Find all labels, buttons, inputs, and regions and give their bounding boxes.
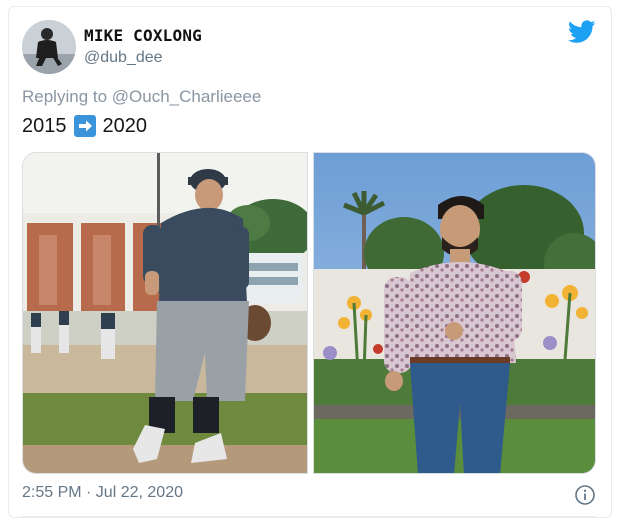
tweet-text: 2015 2020 xyxy=(22,114,147,138)
twitter-bird-icon xyxy=(568,20,596,43)
divider xyxy=(22,516,596,517)
tweet-text-after: 2020 xyxy=(102,115,148,137)
avatar[interactable] xyxy=(22,20,76,74)
author-handle[interactable]: @dub_dee xyxy=(84,49,163,67)
author-display-name[interactable]: MIKE COXLONG xyxy=(84,26,202,45)
tweet-text-before: 2015 xyxy=(22,115,67,137)
baseball-player-photo[interactable] xyxy=(22,152,308,474)
man-in-garden-photo[interactable] xyxy=(313,152,596,474)
info-icon[interactable] xyxy=(574,484,596,506)
tweet-timestamp[interactable]: 2:55 PM · Jul 22, 2020 xyxy=(22,484,183,502)
replying-to-line[interactable]: Replying to @Ouch_Charlieeee xyxy=(22,87,261,107)
right-arrow-emoji-icon xyxy=(73,115,96,137)
